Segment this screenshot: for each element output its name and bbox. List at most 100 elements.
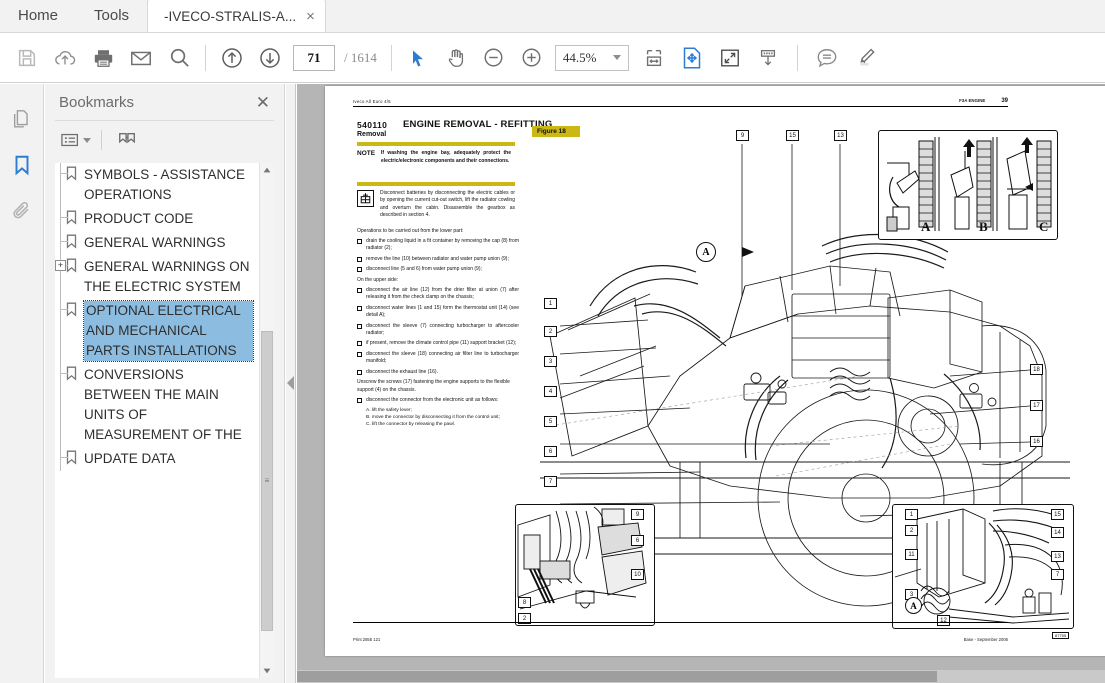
horizontal-scrollbar-thumb[interactable]: [297, 671, 937, 682]
scrollbar-grip: ≡: [265, 477, 270, 485]
tab-home[interactable]: Home: [0, 0, 76, 32]
list-item: drain the cooling liquid in a fit contai…: [357, 238, 519, 253]
search-icon[interactable]: [160, 39, 198, 77]
fit-width-button[interactable]: [635, 39, 673, 77]
tab-tools-label: Tools: [94, 7, 129, 24]
checkbox-icon: [357, 341, 362, 346]
horizontal-scrollbar[interactable]: [297, 670, 1105, 683]
page-number-input[interactable]: 71: [293, 45, 335, 71]
chevron-down-icon: [83, 138, 91, 143]
new-bookmark-button[interactable]: [110, 125, 144, 155]
bookmark-options-button[interactable]: [59, 125, 93, 155]
tab-bar-filler: [326, 0, 1105, 32]
select-tool-button[interactable]: [399, 39, 437, 77]
list-item-label: remove the line (10) between radiator an…: [366, 256, 509, 263]
scrollbar-thumb[interactable]: ≡: [261, 331, 273, 631]
inset-detail-lower-left: 9 6 10 8 2: [515, 504, 655, 626]
list-item[interactable]: UPDATE DATA: [55, 447, 255, 471]
checkbox-icon: [357, 306, 362, 311]
tab-tools[interactable]: Tools: [76, 0, 147, 32]
close-icon[interactable]: ✕: [256, 94, 270, 111]
list-item-label: GENERAL WARNINGS: [84, 233, 226, 253]
bookmarks-header: Bookmarks ✕: [45, 84, 284, 120]
zoom-out-button[interactable]: [475, 39, 513, 77]
divider-bar-top: [357, 142, 515, 146]
inset2-callout-1: 1: [905, 509, 918, 520]
inset-callout-8: 8: [518, 597, 531, 608]
checkbox-icon: [357, 370, 362, 375]
comment-button[interactable]: [808, 39, 846, 77]
bookmarks-panel: Bookmarks ✕: [45, 84, 285, 683]
tab-document[interactable]: -IVECO-STRALIS-A... ×: [147, 0, 326, 32]
list-item[interactable]: SYMBOLS - ASSISTANCE OPERATIONS: [55, 163, 255, 207]
document-footer: Print 2855 121 Base - September 2006: [353, 637, 1008, 642]
list-item-label: disconnect the exhaust line (16).: [366, 369, 438, 376]
hand-tool-button[interactable]: [437, 39, 475, 77]
inset2-callout-15: 15: [1051, 509, 1064, 520]
tree-tick: [60, 373, 68, 374]
tree-tick: [60, 217, 68, 218]
inset-callout-10: 10: [631, 569, 644, 580]
list-item[interactable]: PRODUCT CODE: [55, 207, 255, 231]
unscrew-text: Unscrew the screws (17) fastening the en…: [357, 379, 519, 394]
save-to-cloud-button[interactable]: [46, 39, 84, 77]
close-icon[interactable]: ×: [306, 9, 315, 24]
inset2-callout-7: 7: [1051, 569, 1064, 580]
inset-detail-lower-right: 1 2 11 3 12 15 14 13 7 A: [892, 504, 1074, 629]
print-button[interactable]: [84, 39, 122, 77]
sidebar-item-attachments[interactable]: [0, 188, 44, 234]
detail-marker-a: A: [696, 242, 716, 262]
lower-intro-text: Operations to be carried out from the lo…: [357, 228, 517, 235]
checkbox-icon: [357, 324, 362, 329]
bookmarks-scrollbar[interactable]: ≡: [259, 163, 273, 678]
page-total-label: / 1614: [344, 50, 377, 66]
checkbox-icon: [357, 288, 362, 293]
fullscreen-button[interactable]: [711, 39, 749, 77]
tab-document-label: -IVECO-STRALIS-A...: [164, 9, 296, 24]
callout-18: 18: [1030, 364, 1043, 375]
splitter-collapse-icon[interactable]: [287, 376, 294, 390]
list-item[interactable]: + GENERAL WARNINGS ON THE ELECTRIC SYSTE…: [55, 255, 255, 299]
highlight-button[interactable]: [846, 39, 884, 77]
callout-6: 6: [544, 446, 557, 457]
connector-step-b: B. move the connector by disconnecting i…: [366, 414, 519, 421]
document-header-pagenum: 39: [1001, 98, 1008, 104]
chevron-down-icon: [613, 55, 621, 60]
document-viewport[interactable]: Iveco All Euro 4/5 F3A ENGINE 39 540110 …: [297, 84, 1105, 683]
save-button[interactable]: [8, 39, 46, 77]
scroll-up-icon[interactable]: [260, 163, 273, 177]
list-item[interactable]: CONVERSIONS BETWEEN THE MAIN UNITS OF ME…: [55, 363, 255, 447]
tree-tick: [60, 457, 68, 458]
zoom-in-button[interactable]: [513, 39, 551, 77]
list-item[interactable]: GENERAL WARNINGS: [55, 231, 255, 255]
list-item-label: SYMBOLS - ASSISTANCE OPERATIONS: [84, 165, 253, 205]
bookmarks-list[interactable]: SYMBOLS -WARNINGS SYMBOLS - ASSISTANCE O…: [55, 163, 273, 678]
fit-page-button[interactable]: [673, 39, 711, 77]
footer-rule: [353, 622, 1008, 623]
callout-9: 9: [736, 130, 749, 141]
inset2-callout-11: 11: [905, 549, 918, 560]
inset2-detail-marker-a: A: [905, 597, 922, 614]
scroll-down-icon[interactable]: [260, 664, 273, 678]
expand-toggle-icon[interactable]: +: [55, 260, 66, 271]
list-item-label: disconnect the connector from the electr…: [366, 397, 498, 404]
email-button[interactable]: [122, 39, 160, 77]
warning-text: Disconnect batteries by disconnecting th…: [380, 190, 515, 220]
panel-splitter[interactable]: [286, 84, 296, 683]
connector-step-a: A. lift the safety lever;: [366, 407, 519, 414]
next-page-button[interactable]: [251, 39, 289, 77]
tree-line: [60, 163, 61, 207]
previous-page-button[interactable]: [213, 39, 251, 77]
detail-letter-a: A: [921, 219, 930, 235]
tab-home-label: Home: [18, 7, 58, 24]
connector-step-c: C. lift the connector by releasing the p…: [366, 421, 519, 428]
toolbar-separator-1: [205, 45, 206, 71]
zoom-level-select[interactable]: 44.5%: [555, 45, 629, 71]
warning-icon: [357, 190, 374, 207]
sidebar-item-bookmarks[interactable]: [0, 142, 44, 188]
sidebar-item-thumbnails[interactable]: [0, 96, 44, 142]
list-item-selected[interactable]: OPTIONAL ELECTRICAL AND MECHANICAL PARTS…: [55, 299, 255, 363]
list-item-label: disconnect the sleeve (7) connecting tur…: [366, 323, 519, 338]
checkbox-icon: [357, 352, 362, 357]
scrolling-mode-button[interactable]: [749, 39, 787, 77]
